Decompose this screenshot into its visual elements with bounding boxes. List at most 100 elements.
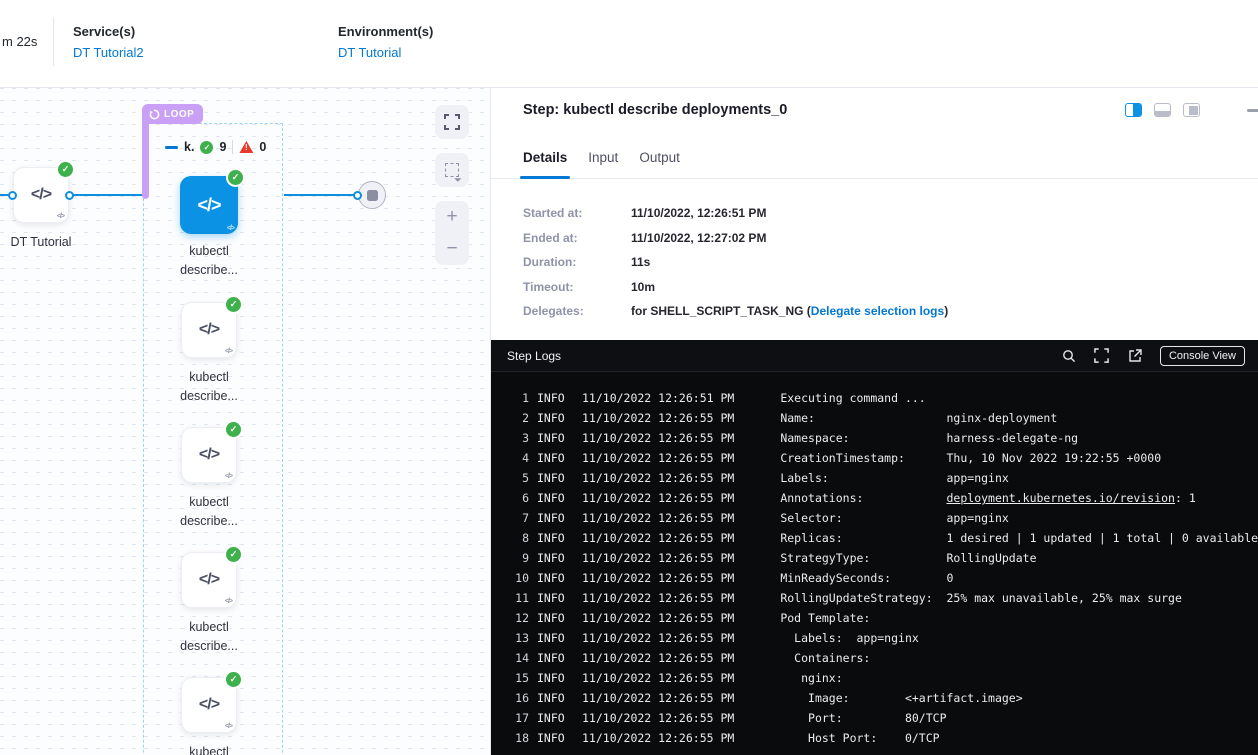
loop-badge[interactable]: LOOP (142, 104, 203, 124)
log-message: Executing command ... (780, 388, 925, 408)
log-timestamp: 11/10/2022 12:26:55 PM (582, 568, 734, 588)
step-node-kubectl-describe[interactable]: ✓</></> (180, 176, 238, 234)
stage-node-label: DT Tutorial (0, 233, 103, 252)
field-value: 11s (631, 255, 650, 269)
log-line-number: 6 (501, 488, 529, 508)
log-line-number: 1 (501, 388, 529, 408)
tab-details[interactable]: Details (523, 150, 567, 178)
pipeline-end-node[interactable] (358, 181, 386, 209)
log-level: INFO (537, 488, 573, 508)
external-link-icon[interactable] (1127, 348, 1143, 364)
log-timestamp: 11/10/2022 12:26:55 PM (582, 588, 734, 608)
log-line: 10INFO11/10/2022 12:26:55 PMMinReadySeco… (491, 568, 1258, 588)
log-timestamp: 11/10/2022 12:26:55 PM (582, 548, 734, 568)
log-line-number: 16 (501, 688, 529, 708)
code-icon-small: </> (225, 723, 232, 730)
canvas-fullscreen-button[interactable] (435, 105, 469, 139)
stop-node-icon (367, 190, 378, 201)
field-value: 10m (631, 280, 655, 294)
fullscreen-icon[interactable] (1094, 348, 1110, 364)
search-icon[interactable] (1061, 348, 1077, 364)
log-message: Selector: app=nginx (780, 508, 1008, 528)
field-value: 11/10/2022, 12:26:51 PM (631, 206, 766, 220)
log-level: INFO (537, 728, 573, 748)
log-line-number: 8 (501, 528, 529, 548)
step-details-panel: Step: kubectl describe deployments_0 Det… (490, 88, 1258, 755)
tab-input[interactable]: Input (588, 150, 618, 178)
pipeline-canvas[interactable]: ✓ </> </> DT Tutorial LOOP k. ✓ 9 ! 0 ✓<… (0, 88, 490, 755)
success-check-icon: ✓ (228, 170, 243, 185)
step-title: Step: kubectl describe deployments_0 (523, 102, 787, 118)
log-line-number: 10 (501, 568, 529, 588)
code-icon: </> (199, 696, 219, 714)
log-timestamp: 11/10/2022 12:26:55 PM (582, 428, 734, 448)
log-level: INFO (537, 448, 573, 468)
log-level: INFO (537, 688, 573, 708)
step-node-kubectl-describe[interactable]: ✓</></> (181, 552, 237, 608)
log-message: CreationTimestamp: Thu, 10 Nov 2022 19:2… (780, 448, 1161, 468)
step-node-kubectl-describe[interactable]: ✓</></> (181, 427, 237, 483)
log-level: INFO (537, 708, 573, 728)
field-value: 11/10/2022, 12:27:02 PM (631, 231, 766, 245)
tab-output[interactable]: Output (639, 150, 680, 178)
console-view-button[interactable]: Console View (1160, 346, 1245, 366)
connector-dot (353, 191, 362, 200)
service-label: Service(s) (73, 24, 144, 39)
environment-label: Environment(s) (338, 24, 433, 39)
log-line-number: 18 (501, 728, 529, 748)
field-row: Delegates:for SHELL_SCRIPT_TASK_NG (Dele… (523, 304, 948, 329)
log-line: 12INFO11/10/2022 12:26:55 PMPod Template… (491, 608, 1258, 628)
step-node-label: kubectl describe... (147, 368, 271, 406)
zoom-in-button[interactable]: + (435, 201, 469, 233)
log-console[interactable]: 1INFO11/10/2022 12:26:51 PMExecuting com… (491, 372, 1258, 748)
step-node-kubectl-describe[interactable]: ✓</></> (181, 677, 237, 733)
field-row: Ended at:11/10/2022, 12:27:02 PM (523, 231, 948, 256)
log-line: 8INFO11/10/2022 12:26:55 PMReplicas: 1 d… (491, 528, 1258, 548)
canvas-marquee-select-button[interactable] (435, 153, 469, 187)
stage-node-dt-tutorial[interactable]: ✓ </> </> (13, 167, 69, 223)
log-line: 7INFO11/10/2022 12:26:55 PMSelector: app… (491, 508, 1258, 528)
log-message: RollingUpdateStrategy: 25% max unavailab… (780, 588, 1182, 608)
log-line: 9INFO11/10/2022 12:26:55 PMStrategyType:… (491, 548, 1258, 568)
code-icon: </> (197, 195, 220, 216)
layout-split-inner-icon[interactable] (1183, 103, 1200, 117)
expand-icon (444, 114, 460, 130)
log-message: Namespace: harness-delegate-ng (780, 428, 1078, 448)
log-timestamp: 11/10/2022 12:26:55 PM (582, 608, 734, 628)
step-node-label: kubectl describe... (147, 242, 271, 280)
log-timestamp: 11/10/2022 12:26:55 PM (582, 488, 734, 508)
log-level: INFO (537, 588, 573, 608)
layout-split-bottom-icon[interactable] (1154, 103, 1171, 117)
zoom-out-button[interactable]: − (435, 233, 469, 265)
log-message: nginx: (780, 668, 842, 688)
detail-fields: Started at:11/10/2022, 12:26:51 PMEnded … (523, 206, 948, 329)
log-link[interactable]: deployment.kubernetes.io/revision (947, 491, 1175, 505)
success-count: 9 (219, 140, 226, 154)
environment-link[interactable]: DT Tutorial (338, 45, 433, 60)
log-line-number: 7 (501, 508, 529, 528)
log-message: Containers: (780, 648, 870, 668)
success-check-icon: ✓ (226, 672, 241, 687)
log-timestamp: 11/10/2022 12:26:55 PM (582, 628, 734, 648)
delegate-selection-logs-link[interactable]: Delegate selection logs (811, 304, 944, 318)
log-message: Labels: app=nginx (780, 468, 1008, 488)
code-icon-small: </> (225, 598, 232, 605)
field-row: Timeout:10m (523, 280, 948, 305)
collapse-minus-icon[interactable] (1247, 109, 1258, 112)
service-link[interactable]: DT Tutorial2 (73, 45, 144, 60)
log-timestamp: 11/10/2022 12:26:55 PM (582, 728, 734, 748)
step-node-kubectl-describe[interactable]: ✓</></> (181, 302, 237, 358)
log-message: Name: nginx-deployment (780, 408, 1057, 428)
marquee-select-icon (445, 163, 459, 177)
log-line: 18INFO11/10/2022 12:26:55 PM Host Port: … (491, 728, 1258, 748)
step-logs-header: Step Logs Console View (491, 340, 1258, 372)
layout-split-right-icon[interactable] (1125, 103, 1142, 117)
log-line: 2INFO11/10/2022 12:26:55 PMName: nginx-d… (491, 408, 1258, 428)
log-line: 6INFO11/10/2022 12:26:55 PMAnnotations: … (491, 488, 1258, 508)
log-message: Replicas: 1 desired | 1 updated | 1 tota… (780, 528, 1258, 548)
collapse-minus-icon[interactable] (165, 146, 178, 149)
log-message: Port: 80/TCP (780, 708, 946, 728)
error-count: 0 (259, 140, 266, 154)
log-line: 13INFO11/10/2022 12:26:55 PM Labels: app… (491, 628, 1258, 648)
log-line: 5INFO11/10/2022 12:26:55 PMLabels: app=n… (491, 468, 1258, 488)
